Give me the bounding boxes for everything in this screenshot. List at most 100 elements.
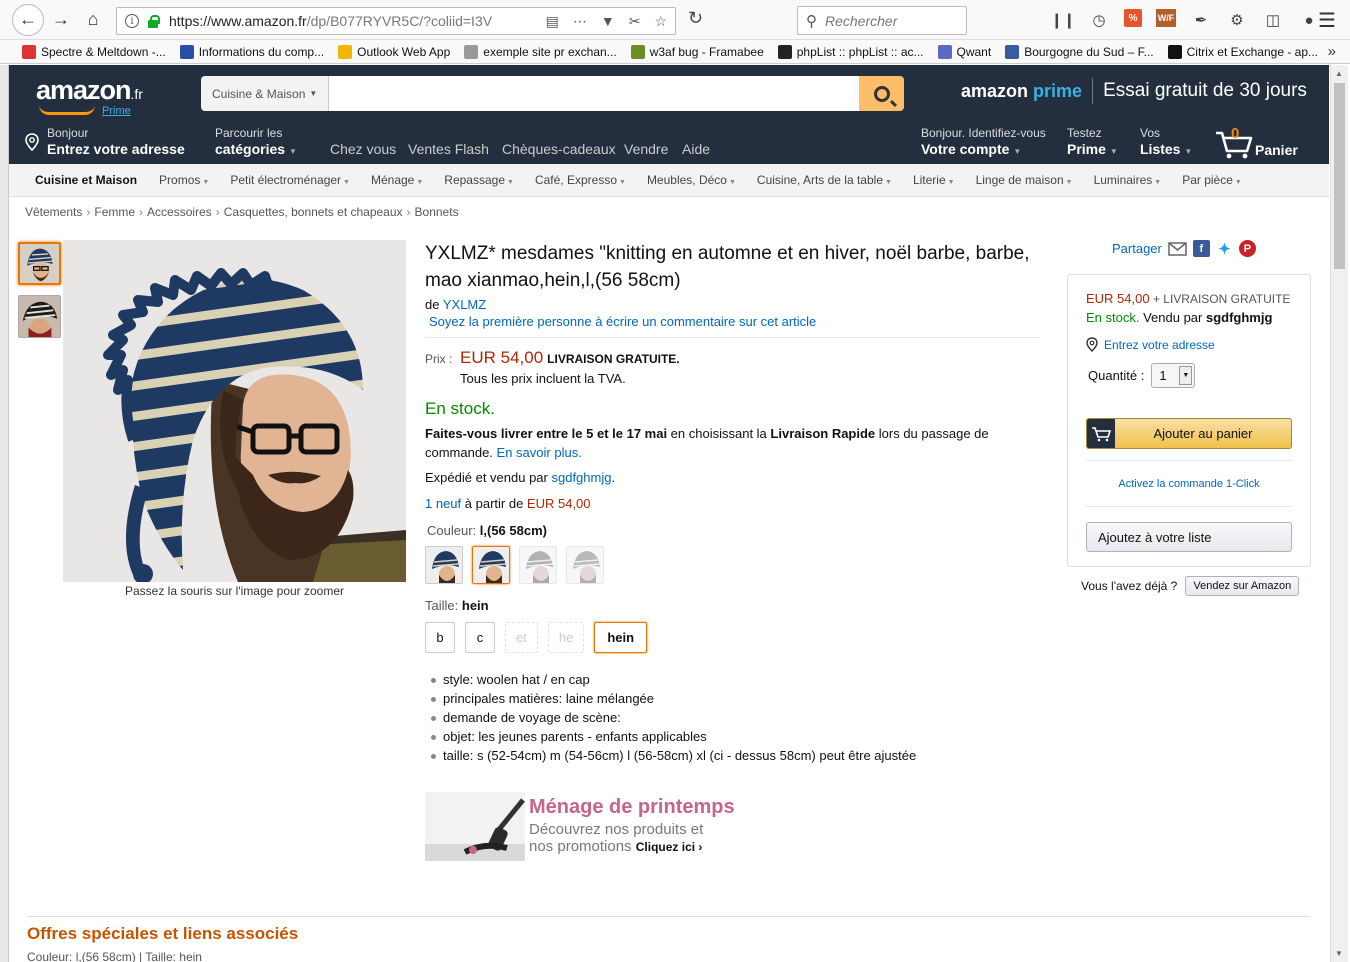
sell-on-amazon-button[interactable]: Vendez sur Amazon (1185, 576, 1300, 596)
prime-trial-banner[interactable]: amazon prime Essai gratuit de 30 jours (961, 78, 1307, 104)
url-bar[interactable]: i https://www.amazon.fr/dp/B077RYVR5C/?c… (116, 7, 676, 35)
bookmark-item[interactable]: exemple site pr exchan... (464, 44, 617, 59)
bookmark-item[interactable]: Spectre & Meltdown -... (22, 44, 166, 59)
subnav-item[interactable]: Promos ▼ (159, 173, 209, 187)
promo-cta-link[interactable]: Cliquez ici › (636, 840, 703, 854)
product-main-image[interactable] (63, 240, 406, 582)
subnav-item[interactable]: Cuisine, Arts de la table ▼ (757, 173, 892, 187)
nav-link-vendre[interactable]: Vendre (624, 141, 668, 157)
add-to-list-button[interactable]: Ajoutez à votre liste (1086, 522, 1292, 552)
subnav-item[interactable]: Literie ▼ (913, 173, 955, 187)
size-option[interactable]: b (425, 622, 455, 653)
search-submit-button[interactable] (859, 76, 904, 111)
facebook-icon[interactable]: f (1192, 240, 1210, 257)
star-bookmark-icon[interactable]: ☆ (654, 13, 667, 30)
learn-more-link[interactable]: En savoir plus. (497, 445, 582, 460)
browse-categories-menu[interactable]: Parcourir les catégories ▼ (215, 126, 297, 161)
nav-link-cheques-cadeaux[interactable]: Chèques-cadeaux (502, 141, 616, 157)
write-review-link[interactable]: Soyez la première personne à écrire un c… (429, 314, 1050, 329)
color-swatch-1[interactable] (425, 546, 463, 584)
amazon-logo[interactable]: amazon.fr Prime (36, 75, 143, 117)
sidebar-icon[interactable]: ◫ (1262, 9, 1284, 31)
subnav-item[interactable]: Par pièce ▼ (1182, 173, 1242, 187)
size-option[interactable]: he (547, 622, 585, 653)
subnav-item[interactable]: Linge de maison ▼ (976, 173, 1073, 187)
size-option[interactable]: hein (594, 622, 648, 653)
back-arrow-icon[interactable]: ← (12, 3, 44, 36)
bookmark-item[interactable]: phpList :: phpList :: ac... (777, 44, 924, 59)
subnav-item[interactable]: Luminaires ▼ (1094, 173, 1162, 187)
color-swatch-4[interactable] (566, 546, 604, 584)
more-actions-icon[interactable]: ⋯ (573, 13, 587, 30)
nav-link-ventes-flash[interactable]: Ventes Flash (408, 141, 489, 157)
extension-orange-icon[interactable]: % (1124, 9, 1142, 27)
history-clock-icon[interactable]: ◷ (1088, 9, 1110, 31)
info-icon[interactable]: i (125, 14, 139, 28)
subnav-item[interactable]: Café, Expresso ▼ (535, 173, 626, 187)
extension-pen-icon[interactable]: ✒ (1190, 9, 1212, 31)
pocket-icon[interactable]: ▼ (601, 13, 615, 30)
breadcrumb-link[interactable]: Bonnets (415, 205, 459, 219)
subnav-item[interactable]: Petit électroménager ▼ (230, 173, 350, 187)
bookmark-item[interactable]: Bourgogne du Sud – F... (1005, 44, 1154, 59)
breadcrumb-link[interactable]: Femme (94, 205, 135, 219)
share-link[interactable]: Partager (1112, 241, 1162, 256)
email-icon[interactable] (1168, 241, 1187, 256)
deliver-address-link[interactable]: Bonjour Entrez votre adresse (47, 126, 185, 158)
forward-arrow-icon[interactable]: → (46, 5, 76, 35)
browser-search-input[interactable]: ⚲ Rechercher (797, 6, 967, 35)
one-click-link[interactable]: Activez la commande 1-Click (1068, 478, 1310, 490)
library-icon[interactable]: ❙❙ (1050, 9, 1075, 31)
amazon-search-input[interactable] (329, 76, 859, 111)
color-swatch-3[interactable] (519, 546, 557, 584)
url-text[interactable]: https://www.amazon.fr/dp/B077RYVR5C/?col… (169, 13, 519, 29)
bookmarks-overflow-icon[interactable]: » (1328, 43, 1336, 60)
subnav-main-category[interactable]: Cuisine et Maison (35, 173, 137, 187)
bookmark-item[interactable]: w3af bug - Framabee (630, 44, 764, 59)
search-category-dropdown[interactable]: Cuisine & Maison ▼ (201, 76, 329, 111)
nav-link-chez-vous[interactable]: Chez vous (330, 141, 396, 157)
logo-prime-link[interactable]: Prime (102, 105, 131, 117)
brand-link[interactable]: YXLMZ (443, 297, 486, 312)
extension-gear-icon[interactable]: ⚙ (1226, 9, 1248, 31)
bookmark-item[interactable]: Outlook Web App (338, 44, 450, 59)
screenshot-icon[interactable]: ✂ (629, 13, 641, 30)
reader-view-icon[interactable]: ▤ (546, 13, 559, 30)
scroll-up-icon[interactable]: ▲ (1335, 69, 1343, 78)
extension-wf-icon[interactable]: W/F (1156, 9, 1176, 27)
promo-banner[interactable]: Ménage de printemps Découvrez nos produi… (425, 792, 755, 862)
subnav-item[interactable]: Repassage ▼ (444, 173, 514, 187)
home-icon[interactable]: ⌂ (78, 5, 108, 35)
quantity-select[interactable]: 1 ▼ (1151, 363, 1196, 388)
add-to-cart-button[interactable]: Ajouter au panier (1086, 418, 1292, 449)
bookmark-item[interactable]: Qwant (937, 44, 991, 59)
extension-user-icon[interactable]: ● (1298, 9, 1320, 31)
thumbnail-1[interactable] (18, 242, 61, 285)
breadcrumb-link[interactable]: Accessoires (147, 205, 212, 219)
hamburger-menu-icon[interactable]: ☰ (1318, 8, 1336, 33)
prime-menu[interactable]: Testez Prime ▼ (1067, 126, 1118, 161)
account-menu[interactable]: Bonjour. Identifiez-vous Votre compte ▼ (921, 126, 1046, 161)
color-swatch-2-selected[interactable] (472, 546, 510, 584)
lists-menu[interactable]: Vos Listes ▼ (1140, 126, 1192, 161)
reload-icon[interactable]: ↻ (688, 8, 703, 29)
cart-label[interactable]: Panier (1255, 141, 1298, 159)
page-scrollbar[interactable]: ▲ ▼ (1330, 65, 1348, 962)
thumbnail-2[interactable] (18, 295, 61, 338)
scroll-down-icon[interactable]: ▼ (1335, 949, 1343, 958)
twitter-icon[interactable]: ✦ (1215, 240, 1233, 258)
subnav-item[interactable]: Meubles, Déco ▼ (647, 173, 736, 187)
bookmark-item[interactable]: Informations du comp... (179, 44, 324, 59)
breadcrumb-link[interactable]: Casquettes, bonnets et chapeaux (224, 205, 403, 219)
bookmark-item[interactable]: Citrix et Exchange - ap... (1167, 44, 1318, 59)
scroll-thumb[interactable] (1334, 83, 1345, 269)
pinterest-icon[interactable]: P (1238, 240, 1256, 257)
subnav-item[interactable]: Ménage ▼ (371, 173, 423, 187)
buybox-address[interactable]: Entrez votre adresse (1086, 337, 1215, 352)
enter-address-link[interactable]: Entrez votre adresse (1104, 338, 1215, 352)
size-option[interactable]: c (465, 622, 495, 653)
nav-link-aide[interactable]: Aide (682, 141, 710, 157)
size-option[interactable]: et (505, 622, 538, 653)
new-offers-link[interactable]: 1 neuf (425, 496, 461, 511)
breadcrumb-link[interactable]: Vêtements (25, 205, 82, 219)
